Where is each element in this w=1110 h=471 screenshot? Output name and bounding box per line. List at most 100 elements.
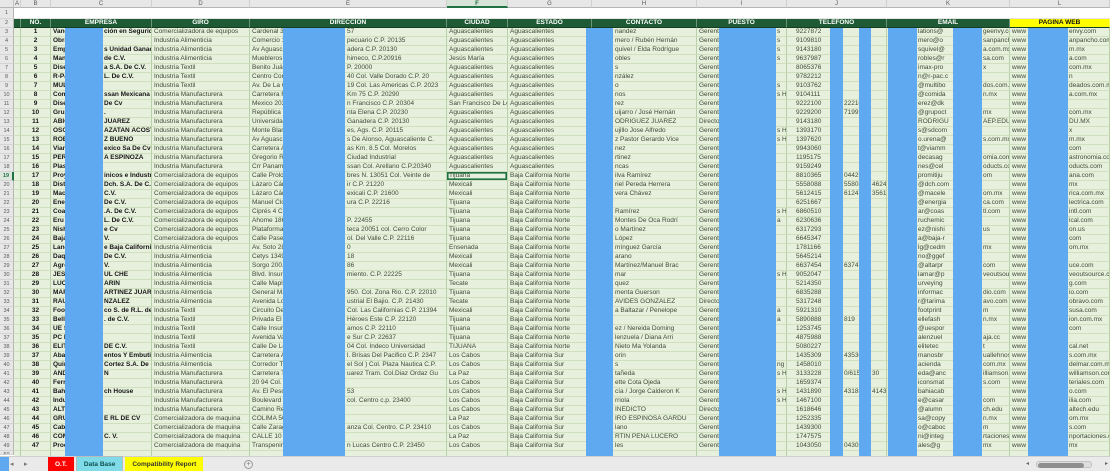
- cell-giro[interactable]: Industria Textil: [152, 73, 250, 82]
- cell-ciudad[interactable]: Los Cabos: [447, 424, 508, 433]
- cell-a[interactable]: [14, 244, 21, 253]
- column-letter-I[interactable]: I: [697, 0, 787, 8]
- cell-ciudad[interactable]: Aguascalientes: [447, 145, 508, 154]
- cell-no[interactable]: 26: [21, 253, 51, 262]
- cell-ciudad[interactable]: Aguascalientes: [447, 37, 508, 46]
- cell-giro[interactable]: Comercializadora de equipos: [152, 181, 250, 190]
- cell-no[interactable]: 44: [21, 415, 51, 424]
- cell-a[interactable]: [14, 127, 21, 136]
- cell-ciudad[interactable]: Tijuana: [447, 199, 508, 208]
- row-number-15[interactable]: 15: [0, 136, 14, 145]
- cell-no[interactable]: 17: [21, 172, 51, 181]
- cell-a[interactable]: [14, 370, 21, 379]
- horizontal-scrollbar[interactable]: ◂ ▸: [1026, 460, 1108, 469]
- cell-no[interactable]: 39: [21, 370, 51, 379]
- row-number-24[interactable]: 24: [0, 217, 14, 226]
- cell-estado[interactable]: Baja California Sur: [508, 442, 592, 451]
- cell-ciudad[interactable]: La Paz: [447, 415, 508, 424]
- row-number-7[interactable]: 7: [0, 64, 14, 73]
- cell-direccion[interactable]: Avenida Valle Dee Sur C.P. 22637: [250, 334, 447, 343]
- row-number-28[interactable]: 28: [0, 253, 14, 262]
- cell-giro[interactable]: Comercializadora de maquina: [152, 415, 250, 424]
- column-letter-K[interactable]: K: [887, 0, 1010, 8]
- column-letter-B[interactable]: B: [21, 0, 51, 8]
- cell-direccion[interactable]: Universidad No.Ganadera C.P. 20130: [250, 118, 447, 127]
- cell-giro[interactable]: Industria Manufacturera: [152, 145, 250, 154]
- cell-a[interactable]: [14, 280, 21, 289]
- cell-no[interactable]: 40: [21, 379, 51, 388]
- cell-a[interactable]: [14, 406, 21, 415]
- cell-estado[interactable]: Aguascalientes: [508, 109, 592, 118]
- cell-estado[interactable]: Baja California Sur: [508, 406, 592, 415]
- cell-a[interactable]: [14, 118, 21, 127]
- cell-a[interactable]: [14, 55, 21, 64]
- column-header-ciudad[interactable]: CIUDAD: [447, 19, 508, 28]
- cell-giro[interactable]: Industria Textil: [152, 325, 250, 334]
- cell-no[interactable]: 10: [21, 109, 51, 118]
- cell-ciudad[interactable]: La Paz: [447, 433, 508, 442]
- cell-direccion[interactable]: Av Aguascalienteadera C.P. 20130: [250, 46, 447, 55]
- cell-no[interactable]: 28: [21, 271, 51, 280]
- row-number-17[interactable]: 17: [0, 154, 14, 163]
- cell-ciudad[interactable]: Aguascalientes: [447, 82, 508, 91]
- cell-giro[interactable]: Industria Textil: [152, 334, 250, 343]
- cell-estado[interactable]: Baja California Norte: [508, 253, 592, 262]
- cell-a[interactable]: [14, 163, 21, 172]
- cell-direccion[interactable]: Corredor Turísticel Sol ) Col. Plaza Nau…: [250, 361, 447, 370]
- cell-giro[interactable]: Industria Manufacturera: [152, 388, 250, 397]
- cell-ciudad[interactable]: Los Cabos: [447, 379, 508, 388]
- cell-direccion[interactable]: Ciprés 4 Col. Las: [250, 208, 447, 217]
- cell-estado[interactable]: Baja California Sur: [508, 433, 592, 442]
- cell-giro[interactable]: Industria Textil: [152, 316, 250, 325]
- cell-giro[interactable]: Industria Alimenticia: [152, 55, 250, 64]
- cell-a[interactable]: [14, 379, 21, 388]
- row-number-38[interactable]: 38: [0, 343, 14, 352]
- cell-direccion[interactable]: Muebleros 212, Phimeco, C.P.20916: [250, 55, 447, 64]
- row-number-21[interactable]: 21: [0, 190, 14, 199]
- cell-estado[interactable]: Aguascalientes: [508, 73, 592, 82]
- cell-giro[interactable]: Industria Manufacturera: [152, 397, 250, 406]
- cell-no[interactable]: 34: [21, 325, 51, 334]
- tabs-scroll-right-icon[interactable]: ▸: [24, 460, 28, 468]
- cell-ciudad[interactable]: Tijuana: [447, 325, 508, 334]
- column-letter-J[interactable]: J: [787, 0, 887, 8]
- cell-a[interactable]: [14, 28, 21, 37]
- cell-giro[interactable]: Comercializadora de maquina: [152, 424, 250, 433]
- cell-giro[interactable]: Comercializadora de equipos: [152, 28, 250, 37]
- cell-ciudad[interactable]: Jesús María: [447, 55, 508, 64]
- cell-direccion[interactable]: Lázaro Cárdenasexicali C.P. 21600: [250, 190, 447, 199]
- cell-no[interactable]: 12: [21, 127, 51, 136]
- cell-a[interactable]: [14, 145, 21, 154]
- cell-direccion[interactable]: Lázaro Cárdenasir C.P. 21220: [250, 181, 447, 190]
- cell-a[interactable]: [14, 325, 21, 334]
- row-number-43[interactable]: 43: [0, 388, 14, 397]
- cell-estado[interactable]: Baja California Norte: [508, 334, 592, 343]
- row-number-41[interactable]: 41: [0, 370, 14, 379]
- cell-estado[interactable]: Baja California Norte: [508, 343, 592, 352]
- cell-no[interactable]: 37: [21, 352, 51, 361]
- cell-a[interactable]: [14, 289, 21, 298]
- cell-ciudad[interactable]: Aguascalientes: [447, 91, 508, 100]
- cell-ciudad[interactable]: Los Cabos: [447, 442, 508, 451]
- cell-estado[interactable]: Aguascalientes: [508, 46, 592, 55]
- cell-estado[interactable]: Baja California Sur: [508, 352, 592, 361]
- cell-direccion[interactable]: República Del Senta Elena C.P. 20230: [250, 109, 447, 118]
- cell-giro[interactable]: Comercializadora de equipos: [152, 217, 250, 226]
- column-header-telefono[interactable]: TELÉFONO: [787, 19, 887, 28]
- row-number-45[interactable]: 45: [0, 406, 14, 415]
- cell-no[interactable]: 27: [21, 262, 51, 271]
- cell-estado[interactable]: Aguascalientes: [508, 127, 592, 136]
- cell-ciudad[interactable]: Tijuana: [447, 172, 508, 181]
- cell-giro[interactable]: Industria Manufacturera: [152, 379, 250, 388]
- cell-direccion[interactable]: Av Aguascalientes De Alonso, Aguascalien…: [250, 136, 447, 145]
- cell-estado[interactable]: Baja California Norte: [508, 217, 592, 226]
- cell-estado[interactable]: Baja California Norte: [508, 262, 592, 271]
- cell-direccion[interactable]: Carretera FederaKm 75 C.P. 20290: [250, 91, 447, 100]
- row-number-31[interactable]: 31: [0, 280, 14, 289]
- scroll-left-icon[interactable]: ◂: [1026, 460, 1029, 467]
- cell-ciudad[interactable]: Los Cabos: [447, 361, 508, 370]
- cell-direccion[interactable]: General Manuel950. Col. Zona Rio. C.P. 2…: [250, 289, 447, 298]
- cell-direccion[interactable]: Carretera Aguascas Km. 8.5 Col. Morelos: [250, 145, 447, 154]
- row-number-19[interactable]: 19: [0, 172, 14, 181]
- cell-no[interactable]: 18: [21, 181, 51, 190]
